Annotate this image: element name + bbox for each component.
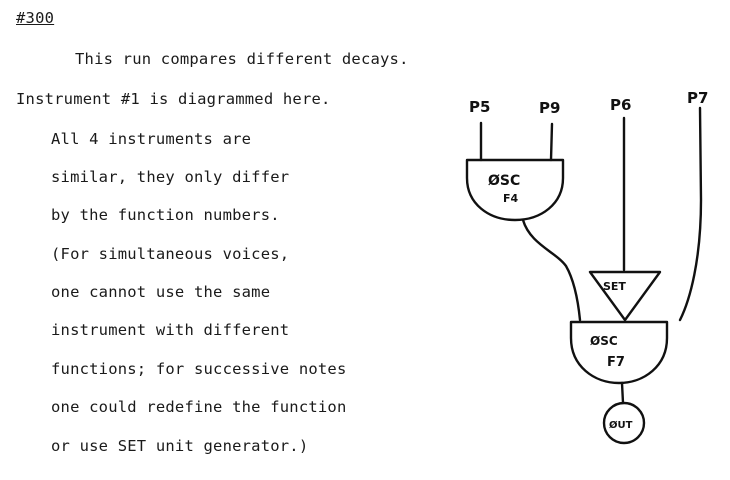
wire-p9 bbox=[549, 122, 554, 162]
output-label: ØUT bbox=[609, 419, 633, 431]
oscillator-2-function: F7 bbox=[607, 355, 625, 370]
wire-p7 bbox=[678, 106, 703, 322]
set-label: SET bbox=[603, 280, 626, 293]
oscillator-2-shape bbox=[569, 320, 669, 385]
param-label-p5: P5 bbox=[469, 98, 490, 116]
oscillator-1-shape bbox=[465, 158, 565, 222]
oscillator-1-function: F4 bbox=[503, 192, 519, 205]
param-label-p7: P7 bbox=[687, 89, 708, 107]
oscillator-1-label: ØSC bbox=[488, 173, 520, 189]
oscillator-2-label: ØSC bbox=[590, 334, 618, 348]
instrument-diagram: P5 P9 P6 P7 ØSC F4 SET ØSC F7 ØUT bbox=[465, 89, 708, 445]
param-label-p9: P9 bbox=[539, 99, 560, 117]
wire-osc1-to-osc2 bbox=[521, 218, 582, 322]
wire-osc2-to-out bbox=[620, 381, 625, 405]
param-label-p6: P6 bbox=[610, 96, 631, 114]
